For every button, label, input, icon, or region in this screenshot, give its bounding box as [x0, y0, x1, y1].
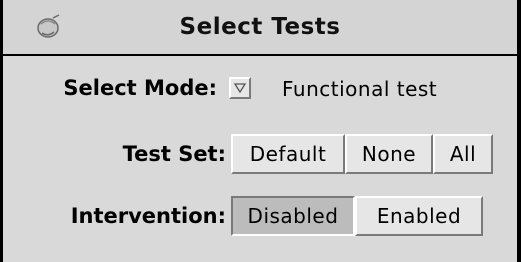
intervention-label: Intervention: [70, 204, 226, 228]
test-set-default-button[interactable]: Default [231, 134, 345, 174]
select-tests-window: Select Tests Select Mode: Functional tes… [0, 0, 521, 262]
select-mode-dropdown-button[interactable] [229, 77, 251, 99]
select-mode-value[interactable]: Functional test [282, 77, 437, 101]
test-set-all-button[interactable]: All [433, 134, 493, 174]
form-panel: Select Mode: Functional test Test Set: D… [3, 56, 517, 262]
test-set-none-button[interactable]: None [345, 134, 433, 174]
select-mode-label: Select Mode: [63, 76, 217, 100]
test-set-label: Test Set: [122, 142, 226, 166]
intervention-enabled-button[interactable]: Enabled [355, 196, 483, 236]
window-title: Select Tests [179, 14, 341, 40]
intervention-disabled-button[interactable]: Disabled [231, 196, 355, 236]
chevron-down-icon [233, 83, 247, 94]
title-bar[interactable]: Select Tests [3, 0, 517, 56]
